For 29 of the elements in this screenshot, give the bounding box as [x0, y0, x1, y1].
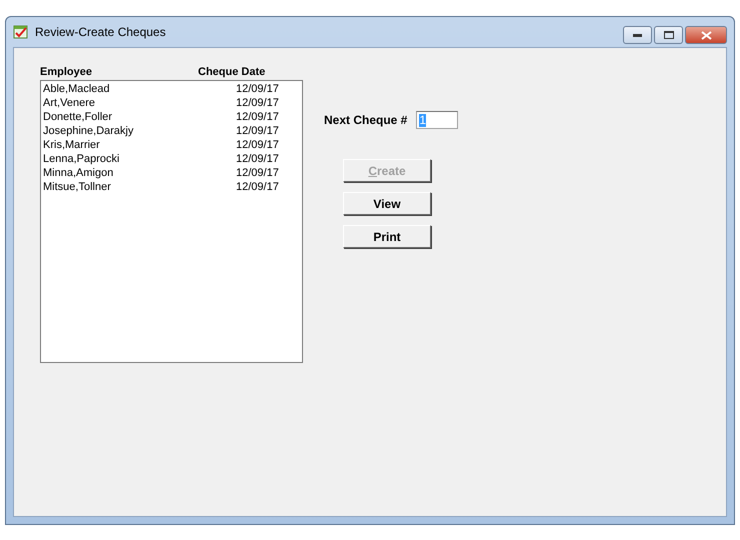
app-icon — [13, 24, 29, 40]
column-header: Cheque Date — [198, 66, 266, 80]
employee-name[interactable]: Art,Venere — [43, 97, 236, 109]
cheque-date: 12/09/17 — [236, 83, 279, 95]
employee-name[interactable]: Lenna,Paprocki — [43, 153, 236, 165]
employee-name[interactable]: Donette,Foller — [43, 111, 236, 123]
employee-name[interactable]: Minna,Amigon — [43, 167, 236, 179]
window-title: Review-Create Cheques — [35, 25, 166, 39]
maximize-icon — [664, 31, 674, 39]
close-icon — [700, 30, 712, 40]
cheque-date: 12/09/17 — [236, 167, 279, 179]
column-header: Employee — [40, 66, 93, 80]
action-button[interactable]: Print — [343, 225, 431, 248]
close-button[interactable] — [685, 26, 727, 44]
employee-name[interactable]: Able,Maclead — [43, 83, 236, 95]
employee-name[interactable]: Mitsue,Tollner — [43, 181, 236, 193]
cheque-date: 12/09/17 — [236, 125, 279, 137]
employee-name[interactable]: Josephine,Darakjy — [43, 125, 236, 137]
next-cheque-label: Next Cheque # — [324, 113, 408, 127]
cheque-date: 12/09/17 — [236, 139, 279, 151]
action-button[interactable]: View — [343, 192, 431, 215]
maximize-button[interactable] — [654, 26, 683, 44]
cheque-date: 12/09/17 — [236, 111, 279, 123]
cheque-date: 12/09/17 — [236, 181, 279, 193]
cheque-date: 12/09/17 — [236, 153, 279, 165]
minimize-icon — [633, 34, 642, 36]
employee-name[interactable]: Kris,Marrier — [43, 139, 236, 151]
minimize-button[interactable] — [623, 26, 652, 44]
cheque-date: 12/09/17 — [236, 97, 279, 109]
